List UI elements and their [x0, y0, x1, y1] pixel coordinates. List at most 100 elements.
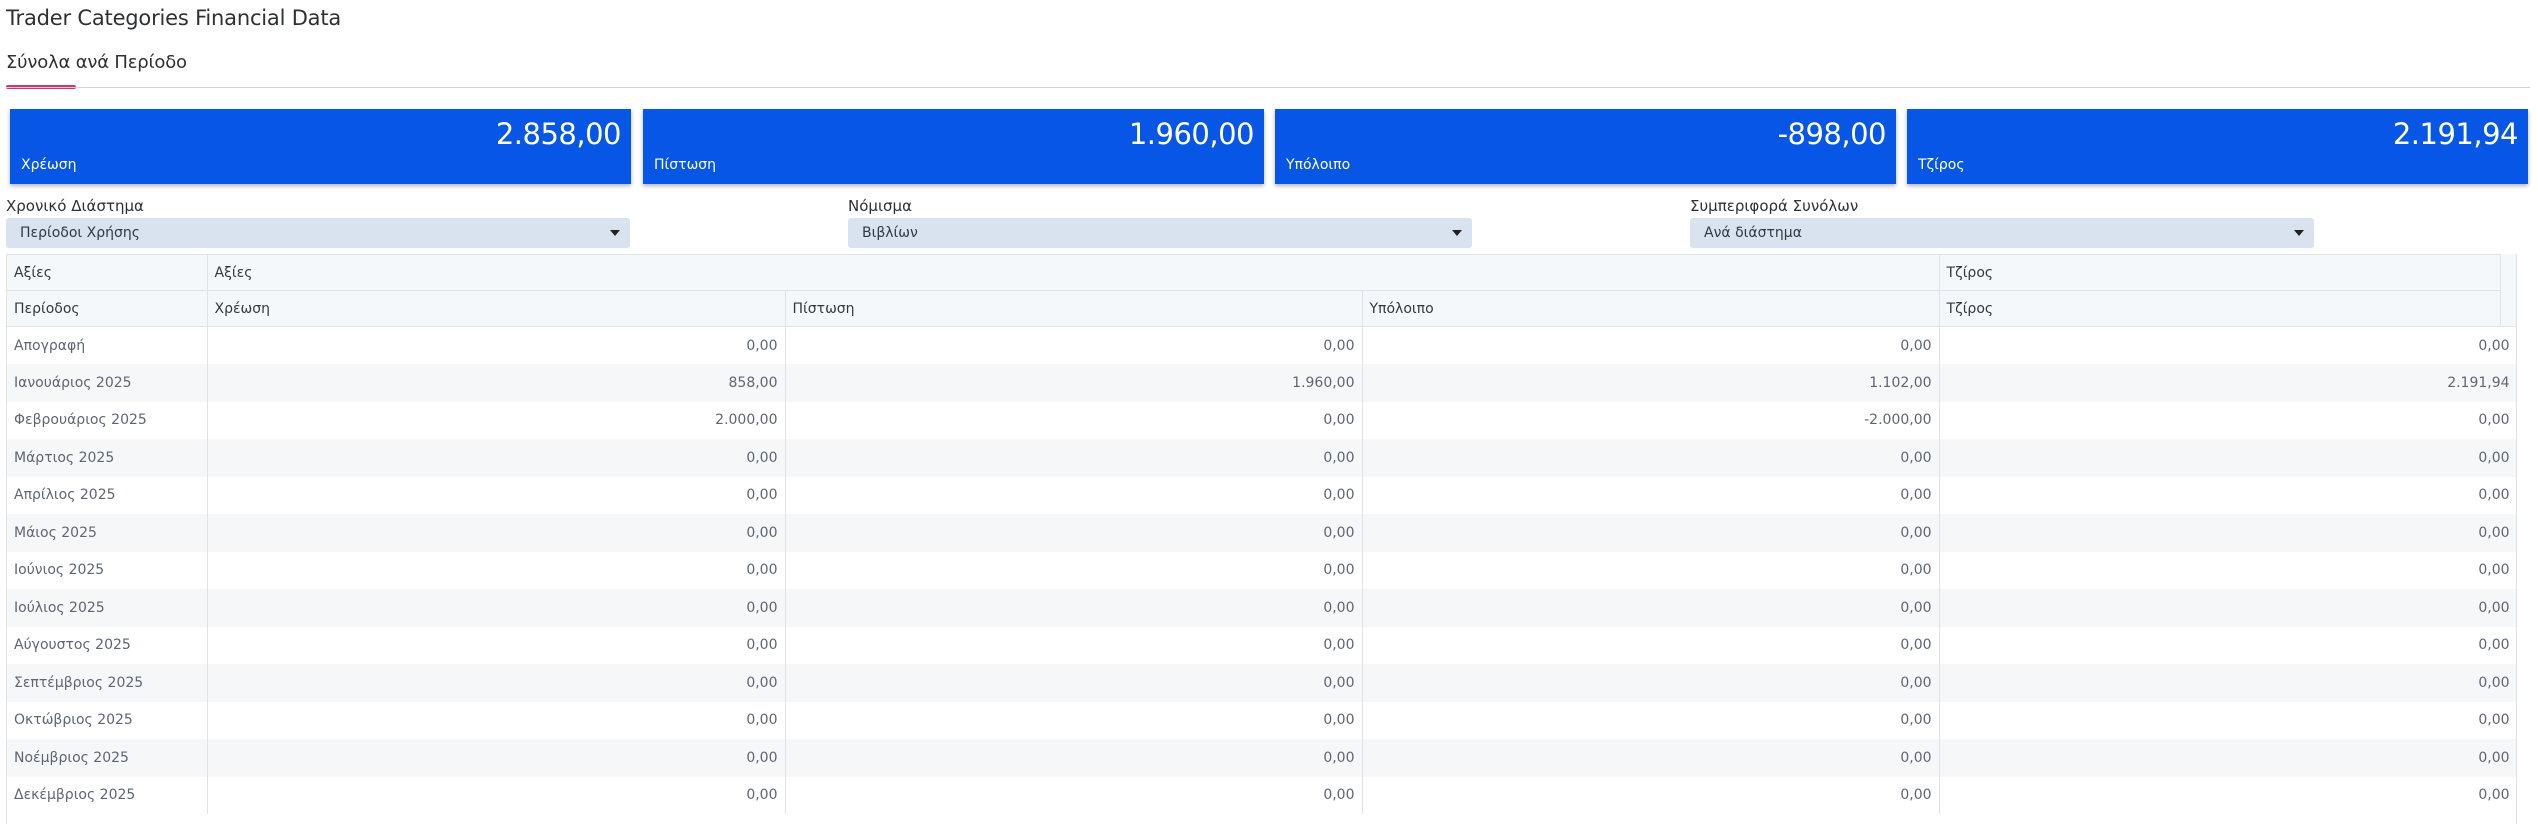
cell-turnover: 0,00 [1939, 401, 2516, 439]
cell-balance: 0,00 [1362, 326, 1940, 364]
column-header-balance[interactable]: Υπόλοιπο [1362, 290, 1940, 327]
column-header-debit[interactable]: Χρέωση [207, 290, 786, 327]
cell-period: Νοέμβριος 2025 [7, 739, 208, 777]
filter-label: Νόμισμα [848, 197, 912, 215]
group-header-turnover[interactable]: Τζίρος [1939, 254, 2516, 291]
cell-period: Απογραφή [7, 326, 208, 364]
cell-balance: 0,00 [1362, 776, 1940, 814]
cell-turnover: 0,00 [1939, 701, 2516, 739]
cell-debit: 0,00 [207, 514, 786, 552]
cell-credit: 0,00 [785, 326, 1363, 364]
cell-balance: 0,00 [1362, 626, 1940, 664]
cell-balance: 0,00 [1362, 476, 1940, 514]
table-row[interactable]: Ιούλιος 2025 0,00 0,00 0,00 0,00 [7, 589, 2516, 627]
cell-credit: 0,00 [785, 739, 1363, 777]
cell-turnover: 2.191,94 [1939, 364, 2516, 402]
cell-credit: 0,00 [785, 776, 1363, 814]
cell-turnover: 0,00 [1939, 589, 2516, 627]
cell-period: Ιούνιος 2025 [7, 551, 208, 589]
kpi-card-balance: -898,00 Υπόλοιπο [1275, 109, 1896, 184]
select-value: Περίοδοι Χρήσης [20, 225, 140, 241]
table-row[interactable]: Οκτώβριος 2025 0,00 0,00 0,00 0,00 [7, 701, 2516, 739]
cell-balance: 0,00 [1362, 551, 1940, 589]
column-header-turnover[interactable]: Τζίρος [1939, 290, 2516, 327]
filter-label: Χρονικό Διάστημα [6, 197, 144, 215]
filter-time-period: Χρονικό Διάστημα Περίοδοι Χρήσης [6, 197, 630, 248]
table-row[interactable]: Απογραφή 0,00 0,00 0,00 0,00 [7, 326, 2516, 364]
table-row[interactable]: Νοέμβριος 2025 0,00 0,00 0,00 0,00 [7, 739, 2516, 777]
chevron-down-icon[interactable] [610, 230, 620, 236]
column-header-credit[interactable]: Πίστωση [785, 290, 1363, 327]
kpi-label: Τζίρος [1918, 157, 1965, 173]
cell-turnover: 0,00 [1939, 626, 2516, 664]
cell-debit: 0,00 [207, 739, 786, 777]
table-row[interactable]: Μάρτιος 2025 0,00 0,00 0,00 0,00 [7, 439, 2516, 477]
kpi-card-debit: 2.858,00 Χρέωση [10, 109, 631, 184]
kpi-value: 1.960,00 [1128, 117, 1255, 151]
table-row[interactable]: Δεκέμβριος 2025 0,00 0,00 0,00 0,00 [7, 776, 2516, 814]
table-row[interactable]: Αύγουστος 2025 0,00 0,00 0,00 0,00 [7, 626, 2516, 664]
cell-credit: 0,00 [785, 476, 1363, 514]
table-row[interactable]: Σεπτέμβριος 2025 0,00 0,00 0,00 0,00 [7, 664, 2516, 702]
table-row[interactable]: Ιούνιος 2025 0,00 0,00 0,00 0,00 [7, 551, 2516, 589]
cell-period: Αύγουστος 2025 [7, 626, 208, 664]
cell-debit: 0,00 [207, 439, 786, 477]
table-row[interactable]: Ιανουάριος 2025 858,00 1.960,00 1.102,00 2.1… [7, 364, 2516, 402]
cell-balance: 0,00 [1362, 589, 1940, 627]
scrollbar-gutter [2500, 254, 2516, 326]
cell-balance: 0,00 [1362, 664, 1940, 702]
cell-debit: 0,00 [207, 589, 786, 627]
cell-turnover: 0,00 [1939, 439, 2516, 477]
table-row[interactable]: Φεβρουάριος 2025 2.000,00 0,00 -2.000,00 0,0… [7, 401, 2516, 439]
cell-period: Σεπτέμβριος 2025 [7, 664, 208, 702]
table-row[interactable]: Μάιος 2025 0,00 0,00 0,00 0,00 [7, 514, 2516, 552]
kpi-card-turnover: 2.191,94 Τζίρος [1907, 109, 2528, 184]
cell-period: Μάρτιος 2025 [7, 439, 208, 477]
cell-balance: 0,00 [1362, 739, 1940, 777]
cell-turnover: 0,00 [1939, 514, 2516, 552]
cell-credit: 0,00 [785, 439, 1363, 477]
cell-debit: 0,00 [207, 551, 786, 589]
chevron-down-icon[interactable] [2294, 230, 2304, 236]
cell-credit: 0,00 [785, 701, 1363, 739]
cell-period: Μάιος 2025 [7, 514, 208, 552]
totals-behavior-select[interactable]: Ανά διάστημα [1690, 218, 2314, 248]
kpi-label: Υπόλοιπο [1286, 157, 1351, 173]
filter-currency: Νόμισμα Βιβλίων [848, 197, 1472, 248]
kpi-row: 2.858,00 Χρέωση 1.960,00 Πίστωση -898,00… [10, 109, 2530, 184]
cell-debit: 858,00 [207, 364, 786, 402]
cell-turnover: 0,00 [1939, 664, 2516, 702]
chevron-down-icon[interactable] [1452, 230, 1462, 236]
cell-turnover: 0,00 [1939, 551, 2516, 589]
cell-balance: 0,00 [1362, 701, 1940, 739]
cell-period: Δεκέμβριος 2025 [7, 776, 208, 814]
cell-period: Φεβρουάριος 2025 [7, 401, 208, 439]
kpi-card-credit: 1.960,00 Πίστωση [643, 109, 1264, 184]
table-row[interactable]: Απρίλιος 2025 0,00 0,00 0,00 0,00 [7, 476, 2516, 514]
cell-turnover: 0,00 [1939, 476, 2516, 514]
group-header-values[interactable]: Αξίες [7, 254, 208, 291]
cell-balance: 0,00 [1362, 514, 1940, 552]
group-header-values-main[interactable]: Αξίες [207, 254, 1940, 291]
cell-period: Οκτώβριος 2025 [7, 701, 208, 739]
currency-select[interactable]: Βιβλίων [848, 218, 1472, 248]
cell-debit: 0,00 [207, 701, 786, 739]
select-value: Βιβλίων [862, 225, 918, 241]
cell-debit: 2.000,00 [207, 401, 786, 439]
cell-credit: 1.960,00 [785, 364, 1363, 402]
page-title: Trader Categories Financial Data [6, 6, 342, 30]
kpi-label: Πίστωση [654, 157, 717, 173]
cell-turnover: 0,00 [1939, 739, 2516, 777]
kpi-value: 2.191,94 [2392, 117, 2519, 151]
column-header-period[interactable]: Περίοδος [7, 290, 208, 327]
time-period-select[interactable]: Περίοδοι Χρήσης [6, 218, 630, 248]
cell-debit: 0,00 [207, 664, 786, 702]
cell-credit: 0,00 [785, 551, 1363, 589]
kpi-value: -898,00 [1777, 117, 1887, 151]
kpi-value: 2.858,00 [495, 117, 622, 151]
cell-debit: 0,00 [207, 626, 786, 664]
tab-totals-per-period[interactable]: Σύνολα ανά Περίοδο [6, 52, 187, 73]
cell-balance: -2.000,00 [1362, 401, 1940, 439]
kpi-label: Χρέωση [21, 157, 77, 173]
tab-bar-divider [6, 87, 2530, 88]
